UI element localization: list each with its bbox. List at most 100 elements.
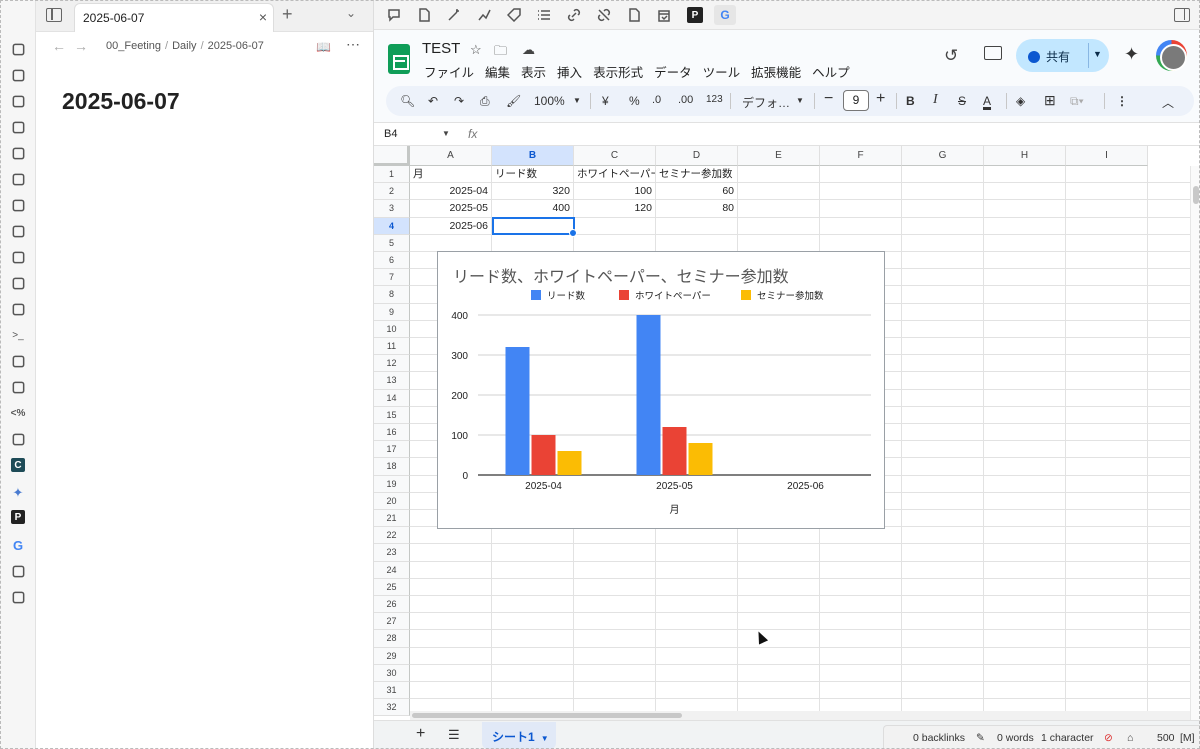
menu-edit[interactable]: 編集: [485, 62, 510, 81]
chevron-down-icon[interactable]: ▼: [796, 96, 804, 105]
more-options-icon[interactable]: ⋮: [1116, 94, 1128, 108]
search-icon[interactable]: 🔍︎: [400, 94, 415, 108]
graph-icon[interactable]: [9, 222, 27, 240]
kanban-icon[interactable]: [9, 430, 27, 448]
row-header-9[interactable]: 9: [374, 303, 410, 321]
share-button[interactable]: 共有 ▼: [1016, 39, 1109, 72]
select-all-corner[interactable]: [374, 146, 410, 166]
borders-icon[interactable]: ⊞: [1044, 92, 1056, 109]
menu-help[interactable]: ヘルプ: [812, 62, 850, 81]
version-history-icon[interactable]: ↺: [944, 46, 958, 66]
row-header-32[interactable]: 32: [374, 699, 410, 717]
forward-arrow-icon[interactable]: →: [74, 38, 88, 54]
row-header-26[interactable]: 26: [374, 596, 410, 614]
italic-icon[interactable]: I: [933, 92, 938, 108]
column-header-b[interactable]: B: [492, 146, 574, 166]
row-header-16[interactable]: 16: [374, 424, 410, 442]
decrease-decimal-button[interactable]: .0: [652, 94, 661, 106]
undo-icon[interactable]: ↶: [428, 94, 438, 108]
print-icon[interactable]: ⎙: [480, 94, 490, 109]
row-header-11[interactable]: 11: [374, 338, 410, 356]
increase-decimal-button[interactable]: .00: [678, 94, 693, 106]
name-box[interactable]: B4: [384, 128, 397, 140]
all-sheets-icon[interactable]: ☰: [448, 727, 460, 743]
row-header-5[interactable]: 5: [374, 234, 410, 252]
column-header-g[interactable]: G: [902, 146, 984, 166]
row-header-3[interactable]: 3: [374, 200, 410, 218]
cell-d2[interactable]: 60: [656, 183, 737, 200]
row-header-7[interactable]: 7: [374, 269, 410, 287]
gemini-sparkle-icon[interactable]: ✦: [1124, 44, 1139, 65]
cell-a4[interactable]: 2025-06: [410, 218, 491, 235]
sidebar-toggle-icon[interactable]: [46, 8, 62, 22]
cell-a3[interactable]: 2025-05: [410, 200, 491, 217]
row-header-2[interactable]: 2: [374, 183, 410, 201]
row-header-1[interactable]: 1: [374, 166, 410, 184]
comment-icon[interactable]: [9, 588, 27, 606]
breadcrumb-item[interactable]: Daily: [172, 40, 196, 52]
sparkle-icon[interactable]: ✦: [9, 484, 27, 502]
column-header-e[interactable]: E: [738, 146, 820, 166]
menu-format[interactable]: 表示形式: [593, 62, 643, 81]
menu-view[interactable]: 表示: [521, 62, 546, 81]
row-header-17[interactable]: 17: [374, 441, 410, 459]
close-tab-icon[interactable]: ×: [259, 9, 267, 25]
file-icon[interactable]: [416, 7, 432, 23]
horizontal-scrollbar[interactable]: [410, 711, 1190, 720]
cell-a1[interactable]: 月: [410, 166, 491, 183]
magic-wand-icon[interactable]: [446, 7, 462, 23]
list-icon[interactable]: [536, 7, 552, 23]
bold-icon[interactable]: B: [906, 94, 915, 108]
cell-c2[interactable]: 100: [574, 183, 655, 200]
right-sidebar-toggle-icon[interactable]: [1174, 8, 1190, 22]
lightbulb-icon[interactable]: [9, 170, 27, 188]
cell-b3[interactable]: 400: [492, 200, 573, 217]
cell-d3[interactable]: 80: [656, 200, 737, 217]
sheet-tab[interactable]: シート1 ▼: [482, 722, 556, 749]
back-arrow-icon[interactable]: ←: [52, 38, 66, 54]
git-icon[interactable]: [9, 378, 27, 396]
menu-insert[interactable]: 挿入: [557, 62, 582, 81]
inbox-icon[interactable]: [9, 40, 27, 58]
zoom-select[interactable]: 100%: [534, 94, 565, 108]
row-header-24[interactable]: 24: [374, 561, 410, 579]
row-header-28[interactable]: 28: [374, 630, 410, 648]
unlink-icon[interactable]: [596, 7, 612, 23]
tag-icon[interactable]: [506, 7, 522, 23]
breadcrumb-item[interactable]: 00_Feeting: [106, 40, 161, 52]
redo-icon[interactable]: ↷: [454, 94, 464, 108]
google-icon[interactable]: G: [714, 5, 736, 25]
comment-icon[interactable]: [386, 7, 402, 23]
copy-icon[interactable]: [9, 352, 27, 370]
chevron-down-icon[interactable]: ▼: [541, 734, 549, 743]
vertical-scrollbar[interactable]: [1190, 166, 1200, 720]
column-header-i[interactable]: I: [1066, 146, 1148, 166]
row-header-18[interactable]: 18: [374, 458, 410, 476]
row-header-12[interactable]: 12: [374, 355, 410, 373]
scrollbar-thumb[interactable]: [1193, 186, 1199, 204]
google-icon[interactable]: G: [9, 536, 27, 554]
graph-analysis-icon[interactable]: [476, 7, 492, 23]
font-size-decrease-icon[interactable]: −: [824, 90, 833, 108]
graph-analysis-icon[interactable]: [9, 562, 27, 580]
row-header-23[interactable]: 23: [374, 544, 410, 562]
row-header-29[interactable]: 29: [374, 647, 410, 665]
p-app-icon[interactable]: P: [687, 7, 703, 23]
share-dropdown-icon[interactable]: ▼: [1093, 49, 1102, 59]
chat-icon[interactable]: [9, 248, 27, 266]
comments-icon[interactable]: [984, 46, 1002, 60]
cell-c3[interactable]: 120: [574, 200, 655, 217]
menu-data[interactable]: データ: [654, 62, 692, 81]
c-app-icon[interactable]: C: [11, 458, 25, 472]
currency-format-button[interactable]: ¥: [602, 94, 609, 108]
row-header-8[interactable]: 8: [374, 286, 410, 304]
row-header-31[interactable]: 31: [374, 682, 410, 700]
row-header-10[interactable]: 10: [374, 320, 410, 338]
new-tab-icon[interactable]: +: [282, 4, 293, 25]
fill-color-icon[interactable]: ◈: [1016, 94, 1025, 108]
sync-off-icon[interactable]: ⊘: [1104, 732, 1113, 744]
signature-icon[interactable]: [9, 196, 27, 214]
chevron-down-icon[interactable]: ⌄: [346, 6, 356, 20]
row-header-20[interactable]: 20: [374, 492, 410, 510]
row-header-27[interactable]: 27: [374, 613, 410, 631]
